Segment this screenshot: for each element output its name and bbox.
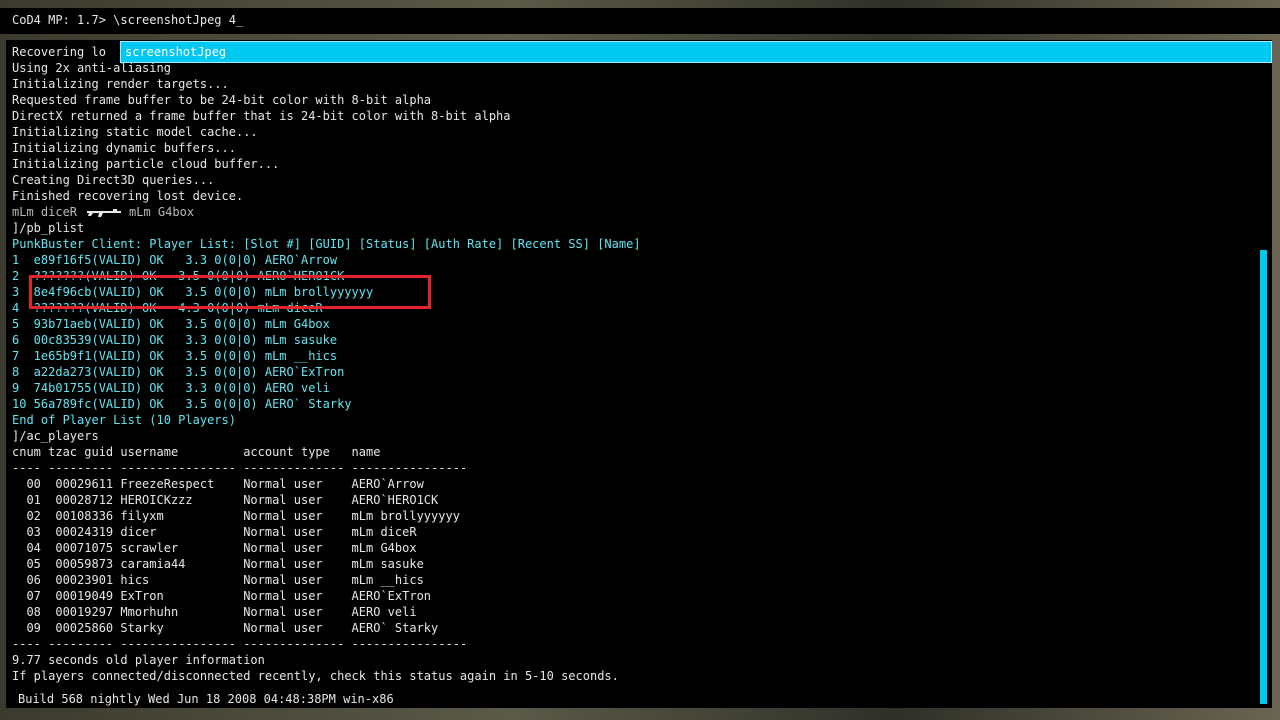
console-line: 02 00108336 filyxm Normal user mLm broll…: [12, 509, 460, 523]
console-line: If players connected/disconnected recent…: [12, 669, 619, 683]
console-line: 06 00023901 hics Normal user mLm __hics: [12, 573, 424, 587]
console-line: Initializing particle cloud buffer...: [12, 157, 280, 171]
console-line: Initializing render targets...: [12, 77, 229, 91]
autocomplete-text: screenshotJpeg: [125, 45, 227, 59]
highlight-annotation: [29, 275, 431, 309]
console-line: 09 00025860 Starky Normal user AERO` Sta…: [12, 621, 439, 635]
console-line: 08 00019297 Mmorhuhn Normal user AERO ve…: [12, 605, 417, 619]
console-line: DirectX returned a frame buffer that is …: [12, 109, 511, 123]
kill-feed-killer: mLm diceR: [12, 205, 78, 219]
console-input[interactable]: CoD4 MP: 1.7> \screenshotJpeg 4_: [12, 12, 243, 28]
console-line: 7 1e65b9f1(VALID) OK 3.5 0(0|0) mLm __hi…: [12, 349, 338, 363]
autocomplete-suggestion[interactable]: screenshotJpeg: [120, 41, 1272, 63]
console-line: 1 e89f16f5(VALID) OK 3.3 0(0|0) AERO`Arr…: [12, 253, 338, 267]
console-line: 5 93b71aeb(VALID) OK 3.5 0(0|0) mLm G4bo…: [12, 317, 330, 331]
console-line: ]/ac_players: [12, 429, 99, 443]
console-line: ]/pb_plist: [12, 221, 85, 235]
console-line: 6 00c83539(VALID) OK 3.3 0(0|0) mLm sasu…: [12, 333, 338, 347]
console-scrollbar-thumb[interactable]: [1260, 250, 1267, 704]
console-line: ---- --------- ---------------- --------…: [12, 461, 468, 475]
kill-feed-victim: mLm G4box: [129, 205, 195, 219]
console-line: Initializing dynamic buffers...: [12, 141, 236, 155]
console-line: 9.77 seconds old player information: [12, 653, 265, 667]
console-line: 05 00059873 caramia44 Normal user mLm sa…: [12, 557, 424, 571]
console-line: End of Player List (10 Players): [12, 413, 236, 427]
console-line: 07 00019049 ExTron Normal user AERO`ExTr…: [12, 589, 432, 603]
build-info: Build 568 nightly Wed Jun 18 2008 04:48:…: [18, 692, 394, 706]
console-line: 00 00029611 FreezeRespect Normal user AE…: [12, 477, 424, 491]
console-line: PunkBuster Client: Player List: [Slot #]…: [12, 237, 641, 251]
console-line: Initializing static model cache...: [12, 125, 258, 139]
console-output-panel: Recovering lo Using 2x anti-aliasing Initi…: [6, 40, 1272, 708]
console-line: 9 74b01755(VALID) OK 3.3 0(0|0) AERO vel…: [12, 381, 330, 395]
console-line: 10 56a789fc(VALID) OK 3.5 0(0|0) AERO` S…: [12, 397, 352, 411]
console-line: Creating Direct3D queries...: [12, 173, 215, 187]
console-line: 03 00024319 dicer Normal user mLm diceR: [12, 525, 417, 539]
rifle-icon: [87, 208, 122, 217]
console-line: ---- --------- ---------------- --------…: [12, 637, 468, 651]
console-lines: Recovering lo Using 2x anti-aliasing Initi…: [12, 44, 641, 684]
console-line: 04 00071075 scrawler Normal user mLm G4b…: [12, 541, 417, 555]
console-line: 8 a22da273(VALID) OK 3.5 0(0|0) AERO`ExT…: [12, 365, 345, 379]
console-line: mLm diceR mLm G4box: [12, 204, 641, 220]
console-line: cnum tzac guid username account type nam…: [12, 445, 381, 459]
console-line: 01 00028712 HEROICKzzz Normal user AERO`…: [12, 493, 439, 507]
console-line: Finished recovering lost device.: [12, 189, 244, 203]
console-line: Requested frame buffer to be 24-bit colo…: [12, 93, 432, 107]
console-input-bar[interactable]: CoD4 MP: 1.7> \screenshotJpeg 4_: [0, 8, 1280, 34]
